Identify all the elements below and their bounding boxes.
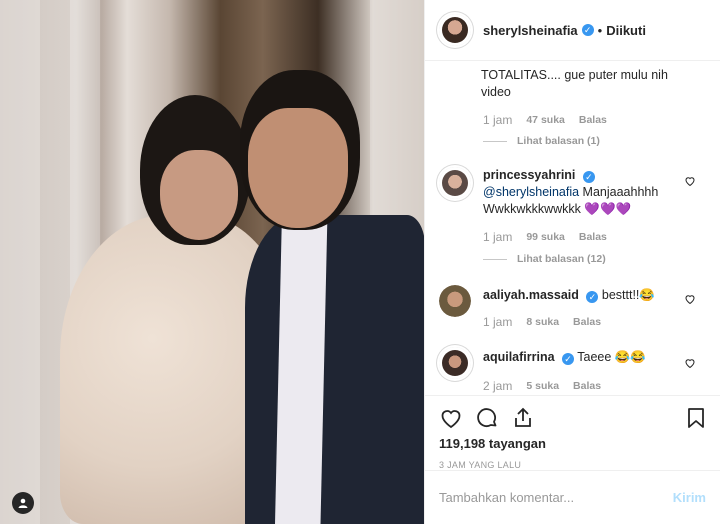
replies-line [483,258,507,260]
comment-text: besttt!!😂 [601,288,655,302]
view-replies-button[interactable]: Lihat balasan (1) [483,135,600,147]
comment-likes[interactable]: 5 suka [526,380,559,392]
comment-body: aaliyah.massaid ✓ besttt!!😂 [483,287,680,304]
comment-meta: 1 jam 99 suka Balas [483,230,607,244]
author-avatar[interactable] [439,14,471,46]
comment-text: TOTALITAS.... gue puter mulu nih video [481,68,668,99]
post-time[interactable]: 3 JAM YANG LALU [439,460,521,470]
comment-meta: 1 jam 47 suka Balas [483,113,607,127]
reply-button[interactable]: Balas [573,316,601,328]
verified-badge-icon: ✓ [586,291,599,303]
verified-badge-icon: ✓ [581,24,594,36]
man-suit [245,215,424,524]
curtain-left [0,0,40,524]
post-video[interactable] [0,0,424,524]
reply-button[interactable]: Balas [579,231,607,243]
bookmark-icon[interactable] [684,406,708,430]
comment-meta: 1 jam 8 suka Balas [483,315,601,329]
share-icon[interactable] [511,406,535,430]
commenter-username[interactable]: princessyahrini [483,168,575,182]
comment-likes[interactable]: 99 suka [526,231,565,243]
add-comment-bar: Kirim [425,470,720,524]
comment-time[interactable]: 1 jam [483,315,512,329]
post-panel: sherylsheinafia ✓ • Diikuti TOTALITAS...… [424,0,720,524]
view-replies-button[interactable]: Lihat balasan (12) [483,253,606,265]
commenter-avatar[interactable] [439,285,471,317]
comment-body: aquilafirrina ✓ Taeee 😂😂 [483,349,680,366]
verified-badge-icon: ✓ [562,353,575,365]
commenter-username[interactable]: aquilafirrina [483,350,555,364]
comment-icon[interactable] [475,406,499,430]
commenter-avatar[interactable] [439,167,471,199]
purple-hearts-emoji: 💜💜💜 [584,202,632,216]
reply-button[interactable]: Balas [579,114,607,126]
comment-time[interactable]: 1 jam [483,230,512,244]
user-tag-icon [18,498,28,508]
view-replies-label: Lihat balasan (12) [517,253,606,265]
comment-likes[interactable]: 47 suka [526,114,565,126]
comment-meta: 2 jam 5 suka Balas [483,379,601,393]
commenter-username[interactable]: aaliyah.massaid [483,288,579,302]
comment-text: Taeee 😂😂 [577,350,646,364]
comment-body: princessyahrini ✓ @sherylsheinafia Manja… [483,167,680,218]
action-bar [425,395,720,435]
woman-face [160,150,238,240]
reply-button[interactable]: Balas [573,380,601,392]
comments-list: TOTALITAS.... gue puter mulu nih video 1… [425,61,720,395]
comment-mention[interactable]: @sherylsheinafia [483,185,579,199]
commenter-avatar[interactable] [439,347,471,379]
heart-icon[interactable] [439,406,463,430]
view-replies-label: Lihat balasan (1) [517,135,600,147]
separator-dot: • [597,22,603,38]
comment-likes[interactable]: 8 suka [526,316,559,328]
post-comment-button[interactable]: Kirim [673,490,706,505]
comment-time[interactable]: 2 jam [483,379,512,393]
verified-badge-icon: ✓ [582,171,595,183]
post-header: sherylsheinafia ✓ • Diikuti [425,0,720,61]
replies-line [483,140,507,142]
comment-like-heart-icon[interactable] [684,293,696,305]
user-tag-button[interactable] [12,492,34,514]
comment-input[interactable] [439,490,673,505]
comment-like-heart-icon[interactable] [684,357,696,369]
comment-time[interactable]: 1 jam [483,113,512,127]
comment-like-heart-icon[interactable] [684,175,696,187]
man-face [248,108,348,228]
view-count[interactable]: 119,198 tayangan [439,436,546,451]
follow-status-button[interactable]: Diikuti [606,23,646,38]
author-username[interactable]: sherylsheinafia [483,23,578,38]
